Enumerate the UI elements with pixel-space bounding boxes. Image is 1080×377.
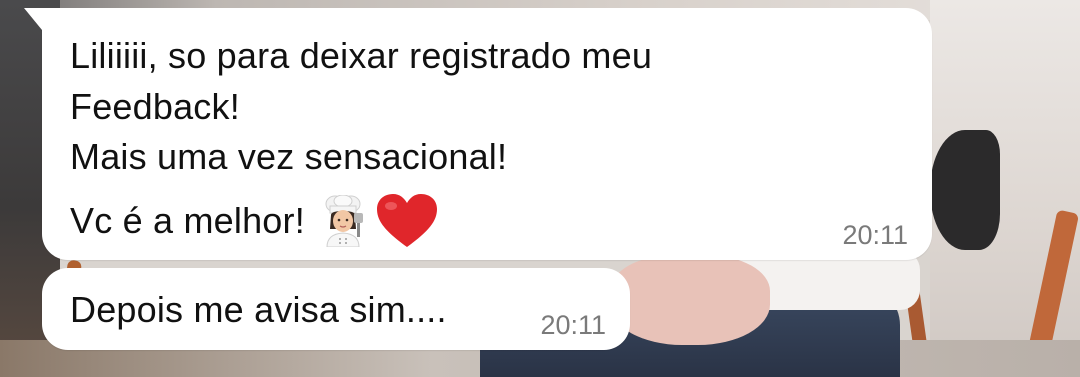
- background-hand: [610, 255, 770, 345]
- message-bubble[interactable]: Depois me avisa sim.... 20:11: [42, 268, 630, 350]
- message-text-line: Depois me avisa sim....: [70, 289, 447, 330]
- red-heart-emoji-icon: [375, 193, 439, 249]
- message-timestamp: 20:11: [842, 220, 908, 250]
- bubble-tail: [24, 8, 42, 30]
- message-text-line: Mais uma vez sensacional!: [70, 136, 508, 177]
- chef-woman-emoji-icon: [319, 195, 367, 247]
- message-text: Vc é a melhor!: [70, 200, 305, 241]
- background-stool: [930, 130, 1000, 250]
- message-timestamp: 20:11: [540, 310, 606, 340]
- message-text-line: Feedback!: [70, 86, 240, 127]
- message-text-line: Vc é a melhor!: [70, 193, 439, 249]
- message-text-line: Liliiiii, so para deixar registrado meu: [70, 35, 653, 76]
- message-bubble[interactable]: Liliiiii, so para deixar registrado meu …: [24, 8, 932, 260]
